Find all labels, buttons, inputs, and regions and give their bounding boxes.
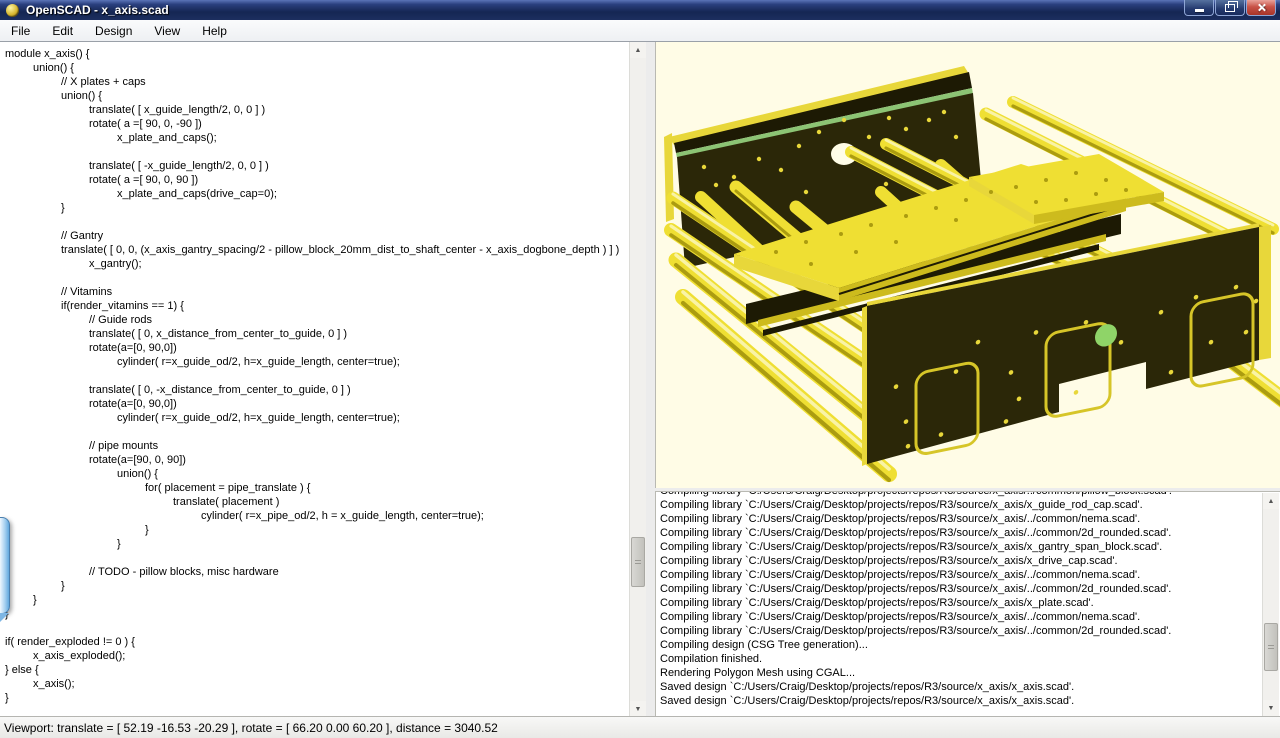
code-line: for( placement = pipe_translate ) { (0, 481, 629, 495)
code-line: x_gantry(); (0, 257, 629, 271)
editor-scrollbar[interactable]: ▲ ▼ (629, 42, 646, 717)
code-line: rotate(a=[0, 90,0]) (0, 397, 629, 411)
code-line: // Gantry (0, 229, 629, 243)
code-line: // Guide rods (0, 313, 629, 327)
console-line: Saved design `C:/Users/Craig/Desktop/pro… (660, 680, 1280, 694)
console-line: Compiling library `C:/Users/Craig/Deskto… (660, 568, 1280, 582)
scroll-down-icon[interactable]: ▼ (630, 701, 646, 717)
code-line: cylinder( r=x_guide_od/2, h=x_guide_leng… (0, 355, 629, 369)
3d-viewport[interactable] (655, 42, 1280, 488)
code-line: translate( placement ) (0, 495, 629, 509)
minimize-button[interactable] (1184, 0, 1214, 16)
console-line: Compiling design (CSG Tree generation)..… (660, 638, 1280, 652)
title-bar[interactable]: OpenSCAD - x_axis.scad (0, 0, 1280, 20)
code-line: rotate( a =[ 90, 0, 90 ]) (0, 173, 629, 187)
code-line: } (0, 691, 629, 705)
code-line: union() { (0, 61, 629, 75)
code-line: } (0, 579, 629, 593)
code-line: } (0, 201, 629, 215)
code-line: translate( [ 0, -x_distance_from_center_… (0, 383, 629, 397)
scroll-down-icon[interactable]: ▼ (1263, 700, 1279, 716)
menu-item-edit[interactable]: Edit (41, 21, 84, 41)
status-bar: Viewport: translate = [ 52.19 -16.53 -20… (0, 716, 1280, 738)
code-line: if(render_vitamins == 1) { (0, 299, 629, 313)
window-controls (1184, 0, 1276, 16)
code-line: } (0, 593, 629, 607)
code-line (0, 215, 629, 229)
console-scroll-thumb[interactable] (1264, 623, 1278, 671)
code-line: // pipe mounts (0, 439, 629, 453)
close-icon (1257, 3, 1266, 12)
console-line: Compiling library `C:/Users/Craig/Deskto… (660, 582, 1280, 596)
menu-item-view[interactable]: View (143, 21, 191, 41)
menu-item-design[interactable]: Design (84, 21, 143, 41)
console-line: Compiling library `C:/Users/Craig/Deskto… (660, 610, 1280, 624)
console-panel: Compiling library `C:/Users/Craig/Deskto… (655, 491, 1280, 717)
notification-balloon-edge (0, 517, 10, 614)
editor-text[interactable]: module x_axis() {union() {// X plates + … (0, 42, 629, 705)
code-editor[interactable]: module x_axis() {union() {// X plates + … (0, 42, 646, 717)
minimize-icon (1195, 9, 1204, 12)
code-line: if( render_exploded != 0 ) { (0, 635, 629, 649)
scroll-up-icon[interactable]: ▲ (630, 42, 646, 58)
console-line: Saved design `C:/Users/Craig/Desktop/pro… (660, 694, 1280, 708)
console-line: Compiling library `C:/Users/Craig/Deskto… (660, 491, 1280, 498)
code-line: x_axis(); (0, 677, 629, 691)
viewport-status-text: Viewport: translate = [ 52.19 -16.53 -20… (4, 721, 498, 735)
menu-item-file[interactable]: File (0, 21, 41, 41)
console-line: Rendering Polygon Mesh using CGAL... (660, 666, 1280, 680)
code-line (0, 145, 629, 159)
code-line: } (0, 607, 629, 621)
vertical-splitter[interactable] (646, 42, 655, 717)
console-line: Compiling library `C:/Users/Craig/Deskto… (660, 498, 1280, 512)
editor-scroll-thumb[interactable] (631, 537, 645, 587)
console-line: Compilation finished. (660, 652, 1280, 666)
code-line: // X plates + caps (0, 75, 629, 89)
code-line: cylinder( r=x_guide_od/2, h=x_guide_leng… (0, 411, 629, 425)
restore-icon (1225, 4, 1235, 12)
code-line (0, 621, 629, 635)
code-line: module x_axis() { (0, 47, 629, 61)
code-line: // TODO - pillow blocks, misc hardware (0, 565, 629, 579)
code-line: translate( [ 0, x_distance_from_center_t… (0, 327, 629, 341)
code-line (0, 369, 629, 383)
code-line: rotate(a=[90, 0, 90]) (0, 453, 629, 467)
console-scrollbar[interactable]: ▲ ▼ (1262, 493, 1279, 716)
console-line: Compiling library `C:/Users/Craig/Deskto… (660, 554, 1280, 568)
code-line: rotate(a=[0, 90,0]) (0, 341, 629, 355)
code-line: rotate( a =[ 90, 0, -90 ]) (0, 117, 629, 131)
code-line: translate( [ -x_guide_length/2, 0, 0 ] ) (0, 159, 629, 173)
code-line: cylinder( r=x_pipe_od/2, h = x_guide_len… (0, 509, 629, 523)
code-line: // Vitamins (0, 285, 629, 299)
console-line: Compiling library `C:/Users/Craig/Deskto… (660, 540, 1280, 554)
main-area: module x_axis() {union() {// X plates + … (0, 41, 1280, 716)
console-output: Compiling library `C:/Users/Craig/Deskto… (656, 491, 1280, 708)
code-line: union() { (0, 89, 629, 103)
console-line: Compiling library `C:/Users/Craig/Deskto… (660, 596, 1280, 610)
scroll-up-icon[interactable]: ▲ (1263, 493, 1279, 509)
restore-button[interactable] (1215, 0, 1245, 16)
code-line: translate( [ 0, 0, (x_axis_gantry_spacin… (0, 243, 629, 257)
window-title: OpenSCAD - x_axis.scad (26, 3, 169, 17)
menu-item-help[interactable]: Help (191, 21, 238, 41)
openscad-logo-icon (6, 4, 19, 17)
code-line: } (0, 523, 629, 537)
console-line: Compiling library `C:/Users/Craig/Deskto… (660, 512, 1280, 526)
code-line: union() { (0, 467, 629, 481)
code-line: x_plate_and_caps(); (0, 131, 629, 145)
code-line (0, 551, 629, 565)
code-line: translate( [ x_guide_length/2, 0, 0 ] ) (0, 103, 629, 117)
code-line: } else { (0, 663, 629, 677)
code-line: } (0, 537, 629, 551)
x-axis-3d-render (656, 42, 1280, 488)
console-line: Compiling library `C:/Users/Craig/Deskto… (660, 624, 1280, 638)
code-line (0, 425, 629, 439)
menu-items: FileEditDesignViewHelp (0, 24, 238, 38)
code-line: x_plate_and_caps(drive_cap=0); (0, 187, 629, 201)
code-line (0, 271, 629, 285)
code-line: x_axis_exploded(); (0, 649, 629, 663)
close-button[interactable] (1246, 0, 1276, 16)
menu-bar: FileEditDesignViewHelp (0, 20, 1280, 42)
console-line: Compiling library `C:/Users/Craig/Deskto… (660, 526, 1280, 540)
